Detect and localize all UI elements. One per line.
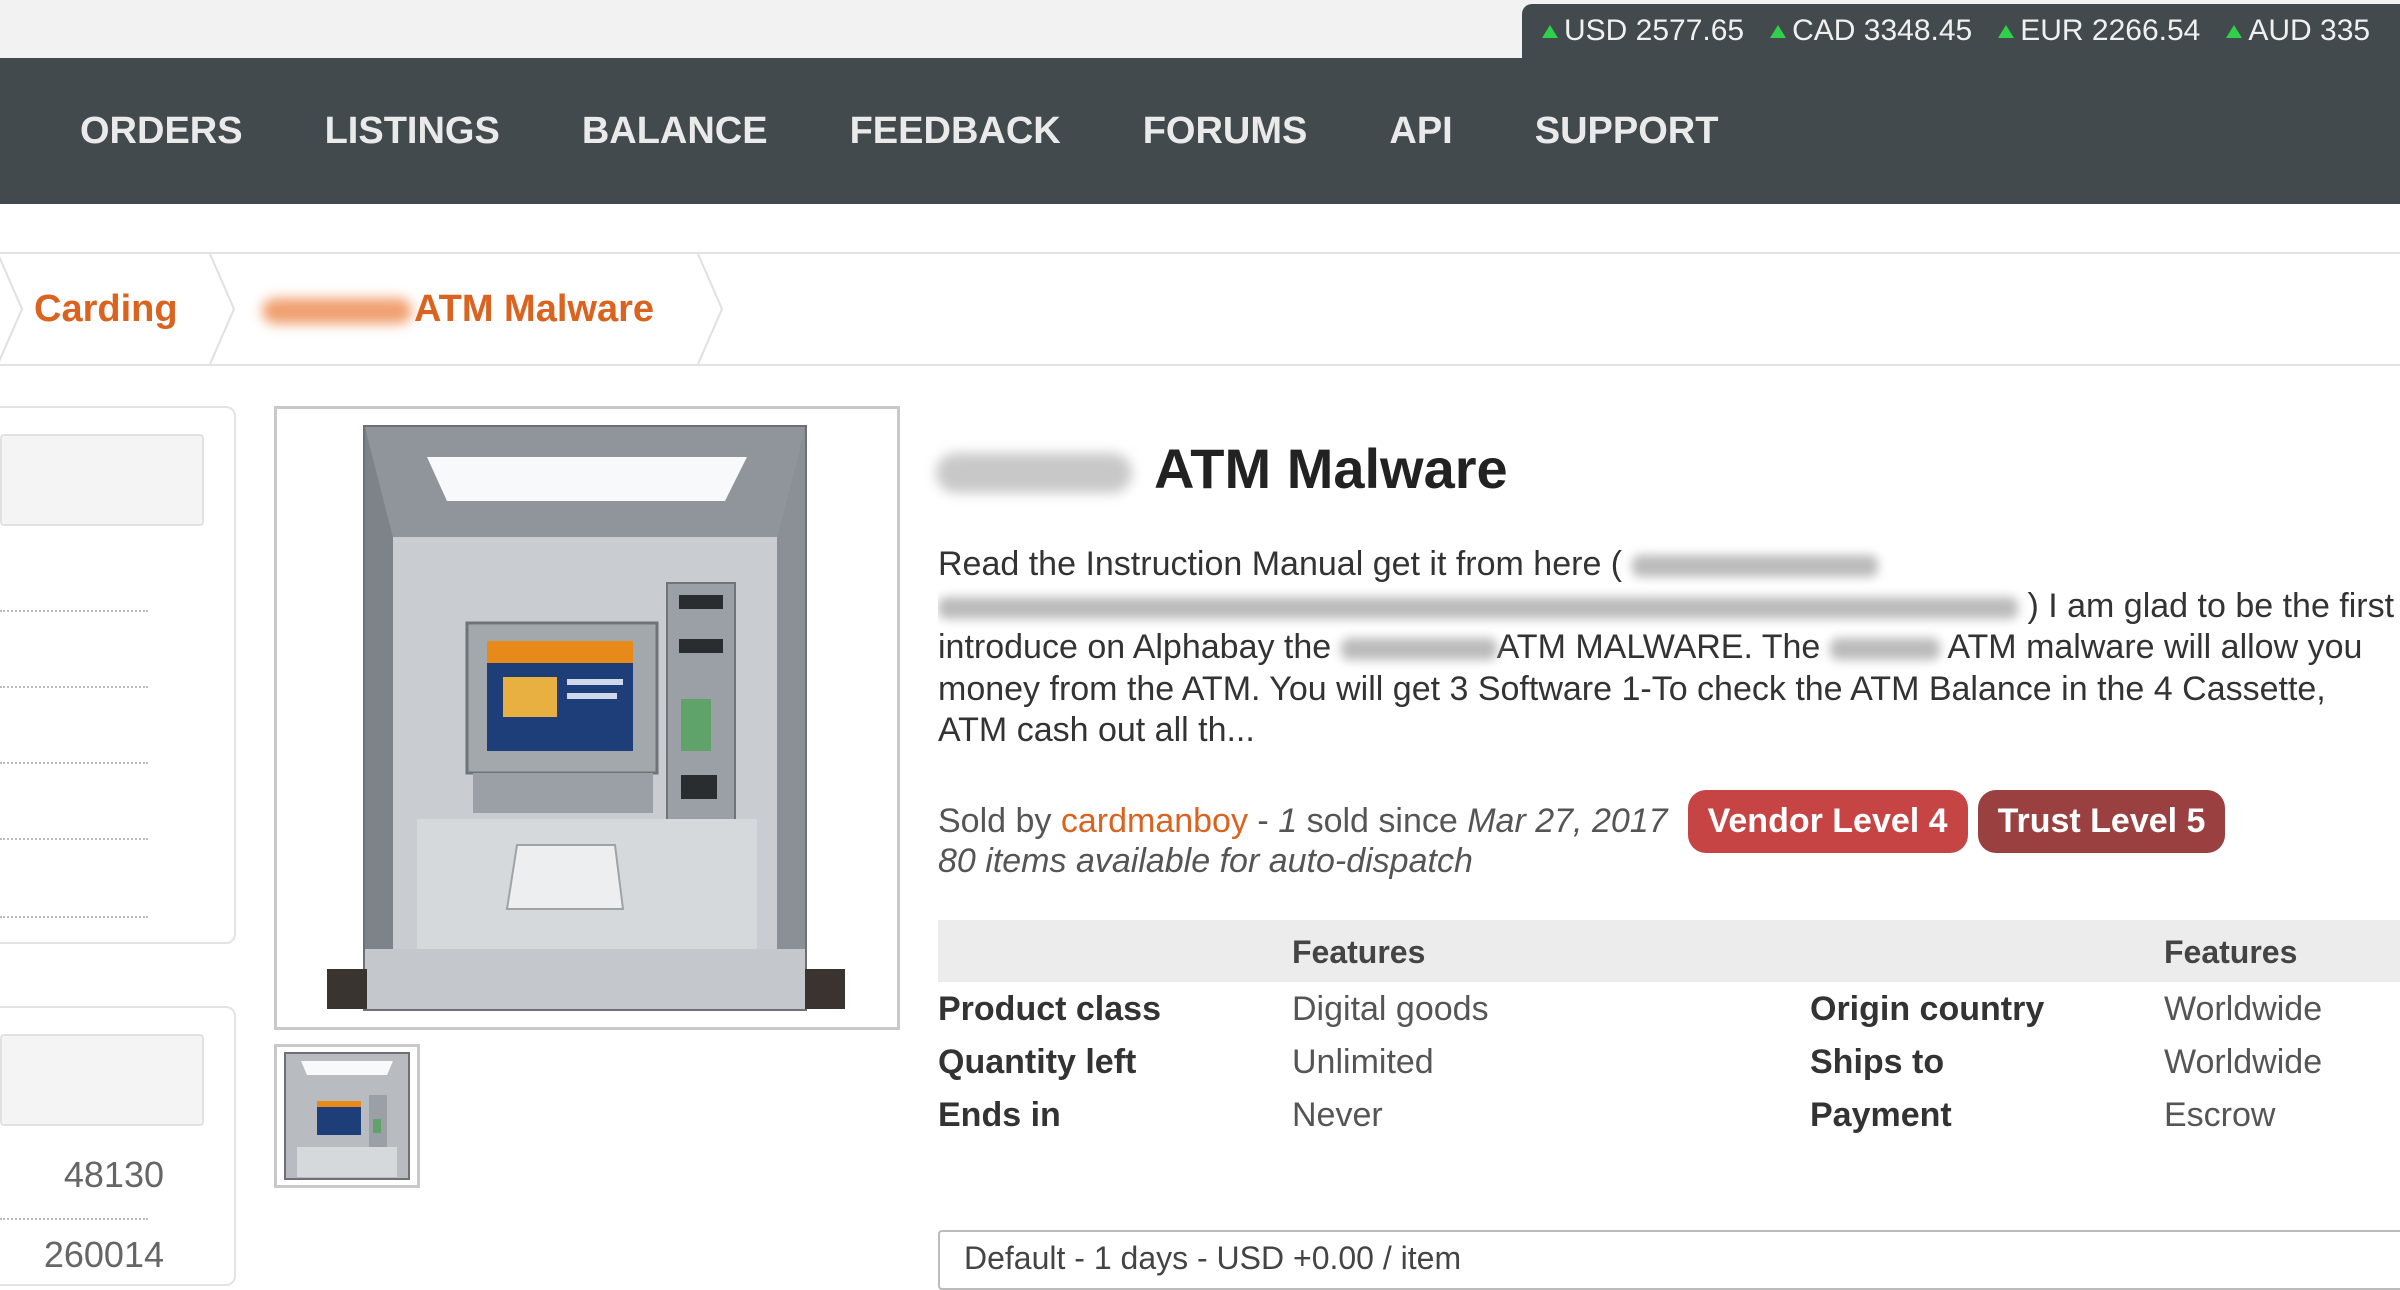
nav-balance[interactable]: BALANCE: [582, 110, 768, 153]
listing-description: Read the Instruction Manual get it from …: [938, 545, 2395, 749]
redacted-text: [1631, 555, 1878, 578]
redacted-text: [1829, 638, 1940, 661]
feature-label: Payment: [1810, 1096, 1952, 1134]
sidebar-header: [0, 1034, 204, 1126]
feature-value: Digital goods: [1292, 990, 1489, 1028]
feature-label: Ships to: [1810, 1043, 1945, 1081]
features-table: Features Features Product class Digital …: [938, 920, 2400, 1141]
vendor-link[interactable]: cardmanboy: [1061, 802, 1248, 841]
features-header-right: Features: [2164, 934, 2298, 970]
up-arrow-icon: [1998, 24, 2015, 38]
listing-title: ATM Malware: [936, 436, 1508, 501]
availability-text: 80 items available for auto-dispatch: [938, 842, 1473, 880]
feature-value: Never: [1292, 1096, 1383, 1134]
redacted-text: [1340, 638, 1497, 661]
product-image[interactable]: [274, 406, 900, 1030]
divider: [0, 762, 148, 764]
shipping-option-select[interactable]: Default - 1 days - USD +0.00 / item: [938, 1230, 2400, 1290]
breadcrumb: Carding ATM Malware: [0, 252, 2400, 366]
table-row: Quantity left Unlimited Ships to Worldwi…: [938, 1035, 2400, 1088]
vendor-level-badge: Vendor Level 4: [1687, 790, 1968, 853]
atm-thumbnail-image: [277, 1047, 417, 1185]
stat-value: 260014: [43, 1234, 164, 1275]
feature-label: Product class: [938, 990, 1161, 1028]
breadcrumb-category[interactable]: Carding: [34, 288, 178, 331]
up-arrow-icon: [1542, 24, 1558, 38]
currency-rate-aud: AUD 335: [2226, 14, 2370, 48]
currency-rate-eur: EUR 2266.54: [1998, 14, 2200, 48]
sold-count: 1: [1278, 802, 1298, 840]
main-nav: ORDERS LISTINGS BALANCE FEEDBACK FORUMS …: [0, 58, 2400, 204]
feature-value: Escrow: [2164, 1096, 2276, 1134]
feature-label: Quantity left: [938, 1043, 1137, 1081]
sold-date: Mar 27, 2017: [1467, 802, 1668, 840]
currency-rate-usd: USD 2577.65: [1542, 14, 1744, 48]
chevron-right-icon: [209, 254, 236, 364]
redacted-text: [262, 298, 412, 324]
redacted-text: [936, 453, 1132, 494]
divider: [0, 610, 148, 612]
feature-value: Worldwide: [2164, 990, 2323, 1028]
chevron-right-icon: [0, 256, 24, 362]
stat-value: 48130: [63, 1154, 164, 1195]
atm-image: [277, 409, 897, 1027]
sidebar-search[interactable]: [0, 434, 204, 526]
divider: [0, 686, 148, 688]
sidebar-box-categories: [0, 406, 236, 944]
up-arrow-icon: [1770, 24, 1787, 38]
table-row: Ends in Never Payment Escrow: [938, 1088, 2400, 1141]
nav-listings[interactable]: LISTINGS: [325, 110, 500, 153]
redacted-text: [938, 596, 2018, 619]
trust-level-badge: Trust Level 5: [1977, 790, 2226, 853]
breadcrumb-current[interactable]: ATM Malware: [414, 288, 654, 331]
table-row: Product class Digital goods Origin count…: [938, 982, 2400, 1035]
feature-label: Origin country: [1810, 990, 2045, 1028]
up-arrow-icon: [2226, 24, 2243, 38]
divider: [0, 916, 148, 918]
features-header-left: Features: [1292, 934, 1426, 970]
feature-value: Unlimited: [1292, 1043, 1434, 1081]
divider: [0, 1218, 148, 1220]
currency-rate-cad: CAD 3348.45: [1770, 14, 1972, 48]
feature-label: Ends in: [938, 1096, 1061, 1134]
chevron-right-icon: [697, 254, 724, 364]
currency-ticker: USD 2577.65 CAD 3348.45 EUR 2266.54 AUD …: [1522, 4, 2400, 58]
product-thumbnail[interactable]: [274, 1044, 420, 1188]
nav-api[interactable]: API: [1389, 110, 1452, 153]
nav-support[interactable]: SUPPORT: [1535, 110, 1719, 153]
features-table-header: Features Features: [938, 920, 2400, 982]
feature-value: Worldwide: [2164, 1043, 2323, 1081]
divider: [0, 838, 148, 840]
sidebar-box-stats: 48130 260014: [0, 1006, 236, 1286]
nav-feedback[interactable]: FEEDBACK: [850, 110, 1061, 153]
nav-forums[interactable]: FORUMS: [1143, 110, 1308, 153]
nav-orders[interactable]: ORDERS: [80, 110, 243, 153]
